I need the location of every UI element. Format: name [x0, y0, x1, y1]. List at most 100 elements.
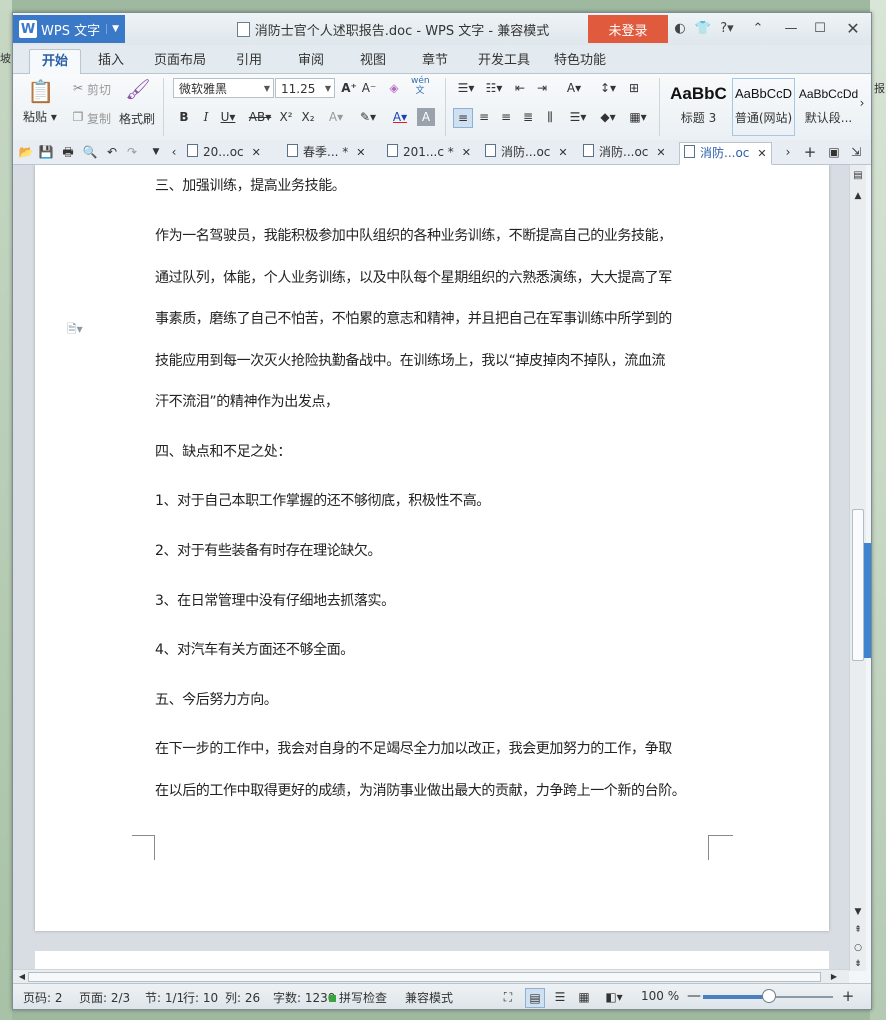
- tab-review[interactable]: 审阅: [293, 49, 329, 73]
- chevron-left-icon[interactable]: ‹: [165, 143, 183, 161]
- align-left-icon[interactable]: ≡: [453, 108, 473, 128]
- highlight-icon[interactable]: ✎▾: [355, 108, 381, 126]
- line-spacing-icon[interactable]: ☰▾: [565, 108, 591, 126]
- document-page[interactable]: 三、加强训练，提高业务技能。 作为一名驾驶员，我能积极参加中队组织的各种业务训练…: [35, 165, 829, 931]
- close-tab-icon[interactable]: ✕: [757, 147, 766, 160]
- tab-insert[interactable]: 插入: [93, 49, 129, 73]
- superscript-icon[interactable]: X²: [277, 108, 295, 126]
- close-icon[interactable]: ✕: [843, 19, 863, 39]
- underline-icon[interactable]: U▾: [219, 108, 237, 126]
- font-name-select[interactable]: 微软雅黑 ▼: [173, 78, 274, 98]
- ruler-toggle-icon[interactable]: ▤: [849, 167, 867, 185]
- pin-icon[interactable]: ⇲: [847, 143, 865, 161]
- new-tab-icon[interactable]: +: [801, 143, 819, 161]
- paste-icon[interactable]: 📋: [27, 80, 54, 106]
- status-word-count[interactable]: 字数: 1230: [273, 989, 335, 1006]
- shrink-font-icon[interactable]: A⁻: [360, 79, 378, 97]
- spellcheck-toggle[interactable]: 拼写检查: [329, 989, 387, 1006]
- page-view-icon[interactable]: ▤: [525, 988, 545, 1008]
- tab-home[interactable]: 开始: [29, 49, 81, 74]
- tab-references[interactable]: 引用: [231, 49, 267, 73]
- close-tab-icon[interactable]: ✕: [656, 146, 665, 159]
- next-page-icon[interactable]: ⇟: [849, 955, 867, 973]
- text-direction-icon[interactable]: A▾: [561, 79, 587, 97]
- style-normal-web[interactable]: AaBbCcD 普通(网站): [732, 78, 795, 136]
- tab-page-layout[interactable]: 页面布局: [151, 49, 209, 73]
- doc-tab[interactable]: 春季... * ✕: [287, 142, 365, 163]
- table-icon[interactable]: ⊞: [625, 79, 643, 97]
- tab-list-icon[interactable]: ▣: [825, 143, 843, 161]
- char-shading-icon[interactable]: A: [417, 108, 435, 126]
- clear-format-icon[interactable]: ◈: [385, 79, 403, 97]
- chevron-right-icon[interactable]: ›: [853, 94, 871, 112]
- strikethrough-icon[interactable]: AB▾: [247, 108, 273, 126]
- zoom-level[interactable]: 100 %: [641, 989, 679, 1003]
- zoom-out-icon[interactable]: —: [685, 987, 703, 1005]
- outline-view-icon[interactable]: ☰: [551, 988, 569, 1006]
- decrease-indent-icon[interactable]: ⇤: [511, 79, 529, 97]
- save-icon[interactable]: 💾: [37, 143, 55, 161]
- style-heading-3[interactable]: AaBbC 标题 3: [667, 78, 730, 136]
- tab-developer[interactable]: 开发工具: [475, 49, 533, 73]
- close-tab-icon[interactable]: ✕: [356, 146, 365, 159]
- cut-label[interactable]: 剪切: [87, 81, 111, 98]
- text-effect-icon[interactable]: A▾: [327, 108, 345, 126]
- copy-icon[interactable]: ❐: [69, 108, 87, 126]
- align-right-icon[interactable]: ≡: [497, 108, 515, 126]
- print-preview-icon[interactable]: 🔍: [81, 143, 99, 161]
- justify-icon[interactable]: ≣: [519, 108, 537, 126]
- web-view-icon[interactable]: ▦: [575, 988, 593, 1006]
- zoom-slider-knob[interactable]: [762, 989, 776, 1003]
- sort-icon[interactable]: ↕▾: [595, 79, 621, 97]
- font-size-select[interactable]: 11.25 ▼: [275, 78, 335, 98]
- font-color-icon[interactable]: A▾: [387, 108, 413, 126]
- paragraph-marker-icon[interactable]: 🗎▾: [67, 320, 83, 341]
- horizontal-scroll-thumb[interactable]: [28, 972, 821, 982]
- help-icon[interactable]: ?▾: [717, 19, 737, 39]
- reading-mode-icon[interactable]: ◧▾: [601, 988, 627, 1006]
- collapse-ribbon-icon[interactable]: ⌃: [748, 19, 768, 39]
- format-painter-icon[interactable]: 🖌: [125, 79, 151, 106]
- redo-icon[interactable]: ↷: [123, 143, 141, 161]
- paste-button[interactable]: 粘贴 ▾: [23, 108, 57, 125]
- zoom-in-icon[interactable]: +: [839, 987, 857, 1005]
- login-button[interactable]: 未登录: [588, 15, 668, 43]
- distributed-align-icon[interactable]: ⫼: [541, 108, 559, 126]
- print-icon[interactable]: 🖶: [59, 143, 77, 161]
- chevron-right-icon[interactable]: ›: [779, 143, 797, 161]
- format-painter-label[interactable]: 格式刷: [119, 110, 155, 127]
- full-screen-icon[interactable]: ⛶: [499, 988, 517, 1006]
- maximize-icon[interactable]: ☐: [810, 19, 830, 39]
- close-tab-icon[interactable]: ✕: [252, 146, 261, 159]
- previous-page-icon[interactable]: ⇞: [849, 921, 867, 939]
- open-folder-icon[interactable]: 📂: [17, 143, 35, 161]
- undo-icon[interactable]: ↶: [103, 143, 121, 161]
- side-panel-toggle[interactable]: [864, 543, 871, 658]
- subscript-icon[interactable]: X₂: [299, 108, 317, 126]
- increase-indent-icon[interactable]: ⇥: [533, 79, 551, 97]
- tab-view[interactable]: 视图: [355, 49, 391, 73]
- align-center-icon[interactable]: ≡: [475, 108, 493, 126]
- horizontal-scrollbar[interactable]: ◀ ▶: [13, 969, 849, 984]
- doc-tab[interactable]: 消防...oc ✕: [583, 142, 666, 163]
- bold-icon[interactable]: B: [175, 108, 193, 126]
- doc-tab[interactable]: 201...c * ✕: [387, 142, 471, 163]
- doc-tab[interactable]: 消防...oc ✕: [485, 142, 568, 163]
- doc-tab-active[interactable]: 消防...oc ✕: [679, 142, 772, 165]
- skin-icon[interactable]: ◐: [670, 19, 690, 39]
- numbering-icon[interactable]: ☷▾: [481, 79, 507, 97]
- close-tab-icon[interactable]: ✕: [462, 146, 471, 159]
- scissors-icon[interactable]: ✂: [69, 79, 87, 97]
- copy-label[interactable]: 复制: [87, 110, 111, 127]
- scroll-up-icon[interactable]: ▲: [849, 187, 867, 205]
- italic-icon[interactable]: I: [197, 108, 215, 126]
- phonetic-guide-icon[interactable]: wén 文: [411, 76, 430, 96]
- app-menu-button[interactable]: W WPS 文字 ▼: [13, 15, 125, 43]
- borders-icon[interactable]: ▦▾: [625, 108, 651, 126]
- paragraph-shading-icon[interactable]: ◆▾: [595, 108, 621, 126]
- minimize-icon[interactable]: —: [781, 19, 801, 39]
- vertical-scroll-thumb[interactable]: [852, 509, 864, 661]
- close-tab-icon[interactable]: ✕: [558, 146, 567, 159]
- shirt-icon[interactable]: 👕: [693, 19, 713, 39]
- grow-font-icon[interactable]: A⁺: [340, 79, 358, 97]
